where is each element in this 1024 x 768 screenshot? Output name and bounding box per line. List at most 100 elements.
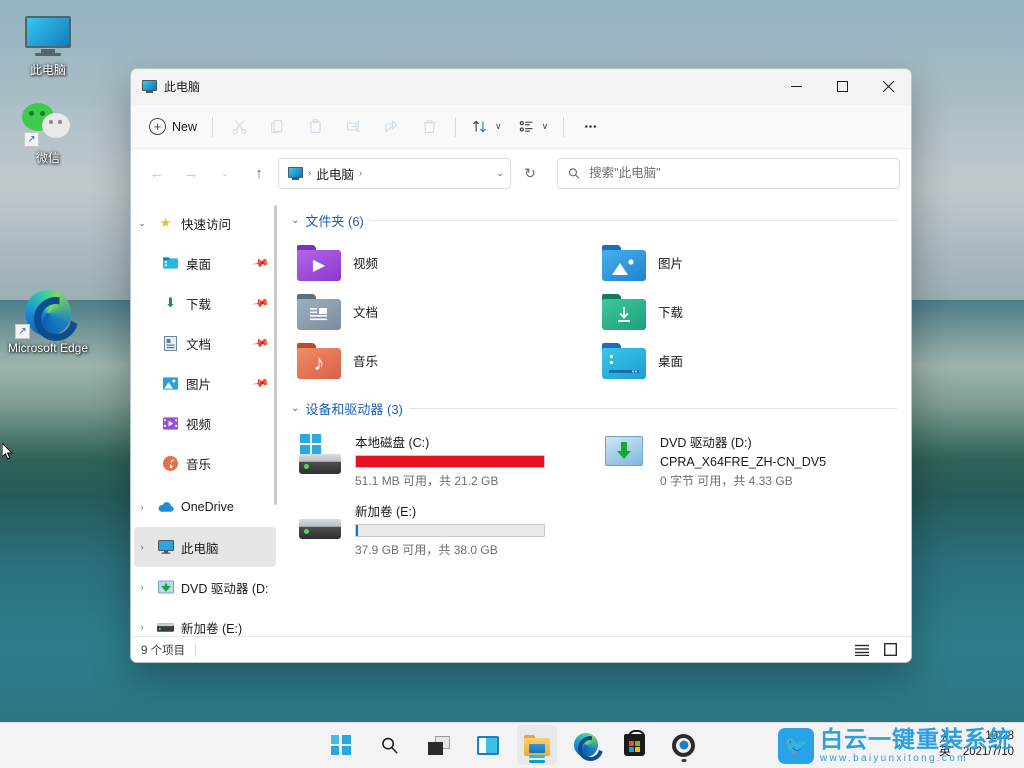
pin-icon[interactable]: 📌 [252,334,271,353]
back-button[interactable]: ← [142,158,172,188]
toolbar-divider [212,117,213,137]
search-box[interactable] [557,158,900,189]
settings-button[interactable] [664,725,704,765]
ime-indicator[interactable]: 人 英 [939,732,951,758]
recent-locations-button[interactable]: ⌄ [210,158,240,188]
sidebar-item-downloads[interactable]: ⬇ 下载 📌 [134,283,276,323]
paste-button[interactable] [297,111,333,143]
chevron-right-icon[interactable]: › [134,502,150,512]
chevron-right-icon[interactable]: › [134,582,150,592]
edge-button[interactable] [566,725,606,765]
chevron-down-icon: ∨ [542,121,549,132]
drive-free-space: 0 字节 可用，共 4.33 GB [660,472,891,489]
drive-free-space: 51.1 MB 可用，共 21.2 GB [355,472,586,489]
share-button[interactable] [373,111,409,143]
search-input[interactable] [589,166,889,180]
pin-icon[interactable]: 📌 [252,374,271,393]
pin-icon[interactable]: 📌 [252,254,271,273]
chevron-down-icon: ∨ [495,121,502,132]
edge-icon: ↗ [5,288,91,338]
sidebar-item-quick-access[interactable]: ⌄ ★ 快速访问 [134,203,276,243]
sidebar-item-label: 图片 [186,374,211,393]
chevron-down-icon[interactable]: ⌄ [134,218,150,229]
desktop-icon-label: 此电脑 [5,63,91,77]
task-view-button[interactable] [419,725,459,765]
view-button[interactable]: ∨ [511,111,556,143]
sidebar-item-pictures[interactable]: 图片 📌 [134,363,276,403]
clock[interactable]: 10:28 2021/7/10 [963,729,1014,760]
close-button[interactable] [865,69,911,105]
sort-button[interactable]: ∨ [464,111,509,143]
forward-button[interactable]: → [176,158,206,188]
search-icon [380,736,399,755]
widgets-button[interactable] [468,725,508,765]
chevron-down-icon[interactable]: ⌄ [291,403,299,414]
maximize-button[interactable] [819,69,865,105]
monitor-icon [5,10,91,60]
breadcrumb[interactable]: › 此电脑 › ⌄ [278,158,511,189]
chevron-right-icon[interactable]: › [134,622,150,632]
new-button-label: New [172,120,197,134]
refresh-button[interactable]: ↻ [515,158,545,188]
pin-icon[interactable]: 📌 [252,294,271,313]
system-tray: 人 英 10:28 2021/7/10 [939,722,1014,768]
desktop-icon-wechat[interactable]: ↗ 微信 [5,98,91,165]
sidebar-item-documents[interactable]: 文档 📌 [134,323,276,363]
desktop-icon-label: Microsoft Edge [5,341,91,355]
details-view-button[interactable] [851,640,873,660]
cut-button[interactable] [221,111,257,143]
sidebar-item-label: 桌面 [186,254,211,273]
sidebar-item-music[interactable]: 音乐 [134,443,276,483]
drive-item-dvd-d[interactable]: DVD 驱动器 (D:) CPRA_X64FRE_ZH-CN_DV5 0 字节 … [596,426,897,495]
more-options-button[interactable] [572,111,608,143]
window-title: 此电脑 [164,78,200,95]
folders-group-title: 文件夹 (6) [305,211,364,230]
microsoft-store-icon [624,734,645,756]
store-button[interactable] [615,725,655,765]
sidebar-item-label: 快速访问 [181,214,231,233]
folder-item-pictures[interactable]: 图片 [596,238,897,287]
folder-item-desktop[interactable]: 桌面 [596,336,897,385]
file-explorer-button[interactable] [517,725,557,765]
devices-group-header[interactable]: ⌄ 设备和驱动器 (3) [291,399,897,418]
desktop-icon-this-pc[interactable]: 此电脑 [5,10,91,77]
copy-button[interactable] [259,111,295,143]
new-button[interactable]: + New [142,111,204,143]
breadcrumb-dropdown-icon[interactable]: ⌄ [496,168,504,179]
documents-folder-icon [297,294,341,330]
up-button[interactable]: ↑ [244,158,274,188]
wechat-icon: ↗ [5,98,91,148]
pictures-folder-icon [162,375,179,392]
search-button[interactable] [370,725,410,765]
sidebar-item-new-volume[interactable]: › 新加卷 (E:) [134,607,276,636]
taskbar: 人 英 10:28 2021/7/10 [0,722,1024,768]
large-icons-view-button[interactable] [879,640,901,660]
folder-item-downloads[interactable]: 下载 [596,287,897,336]
sidebar-item-onedrive[interactable]: › OneDrive [134,487,276,527]
clock-date: 2021/7/10 [963,745,1014,761]
start-button[interactable] [321,725,361,765]
rename-button[interactable] [335,111,371,143]
sidebar-scrollbar[interactable] [274,205,277,505]
chevron-right-icon[interactable]: › [134,542,150,552]
folder-item-documents[interactable]: 文档 [291,287,592,336]
drive-item-new-volume-e[interactable]: 新加卷 (E:) 37.9 GB 可用，共 38.0 GB [291,495,592,564]
sidebar-item-this-pc[interactable]: › 此电脑 [134,527,276,567]
drive-volume-label: CPRA_X64FRE_ZH-CN_DV5 [660,455,891,469]
chevron-down-icon[interactable]: ⌄ [291,215,299,226]
minimize-button[interactable] [773,69,819,105]
breadcrumb-item-this-pc[interactable]: 此电脑 [316,164,354,183]
sidebar-item-dvd-drive[interactable]: › DVD 驱动器 (D:) [134,567,276,607]
navigation-pane: ⌄ ★ 快速访问 桌面 📌 ⬇ 下载 📌 [131,197,279,636]
sidebar-item-desktop[interactable]: 桌面 📌 [134,243,276,283]
sidebar-item-videos[interactable]: 视频 [134,403,276,443]
folder-item-music[interactable]: ♪ 音乐 [291,336,592,385]
this-pc-icon [288,167,303,180]
folders-group-header[interactable]: ⌄ 文件夹 (6) [291,211,897,230]
delete-button[interactable] [411,111,447,143]
folder-item-videos[interactable]: ▶ 视频 [291,238,592,287]
widgets-icon [477,736,499,755]
window-body: ⌄ ★ 快速访问 桌面 📌 ⬇ 下载 📌 [131,197,911,636]
drive-item-local-disk-c[interactable]: 本地磁盘 (C:) 51.1 MB 可用，共 21.2 GB [291,426,592,495]
desktop-icon-edge[interactable]: ↗ Microsoft Edge [5,288,91,355]
